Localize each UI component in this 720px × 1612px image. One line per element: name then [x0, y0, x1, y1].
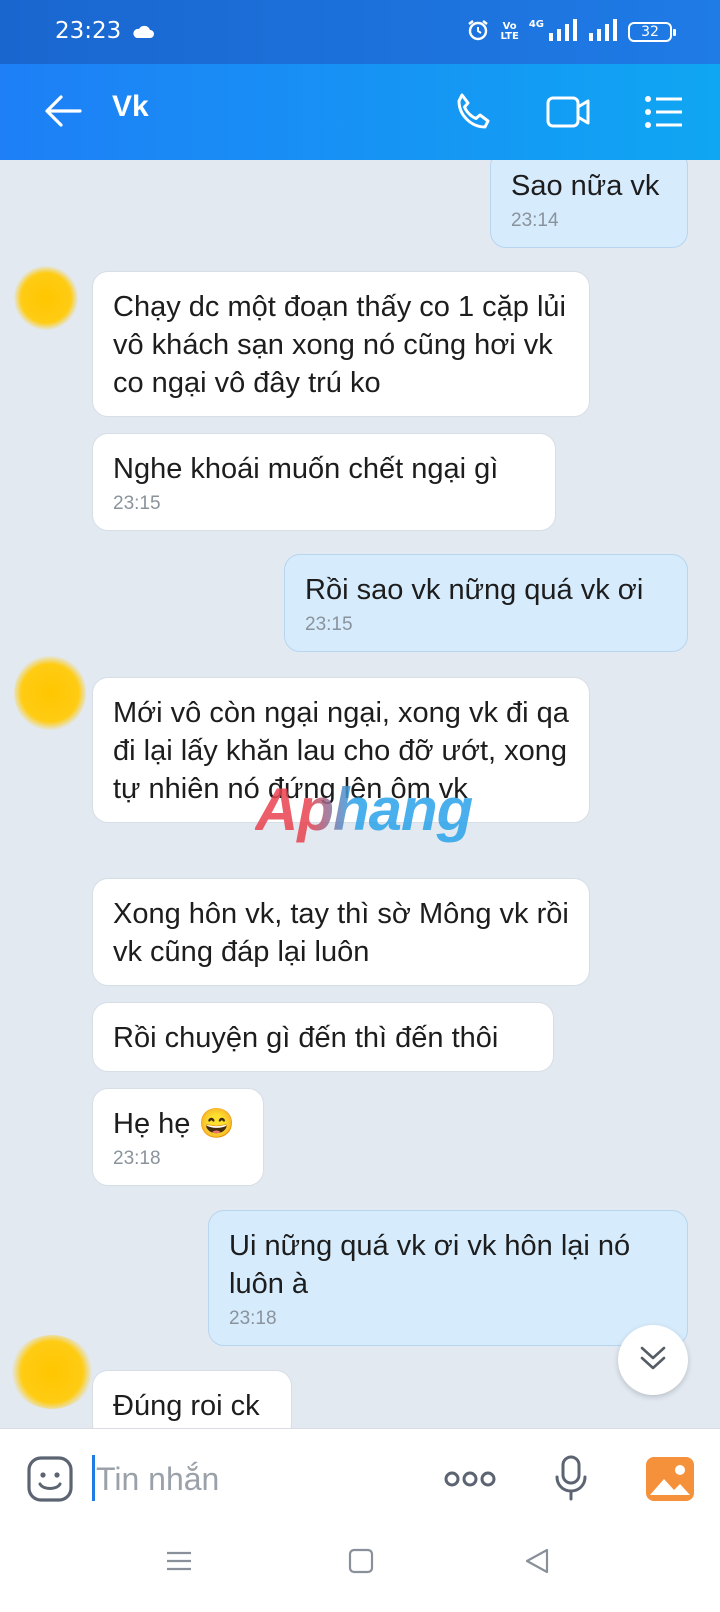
text-caret [92, 1455, 95, 1501]
video-camera-icon[interactable] [546, 92, 590, 136]
message-text: Hẹ hẹ 😄 [113, 1108, 235, 1140]
message-bubble-out[interactable]: Sao nữa vk 23:14 [490, 160, 688, 248]
microphone-icon[interactable] [554, 1455, 588, 1505]
message-bubble-in[interactable]: Rồi chuyện gì đến thì đến thôi [92, 1002, 554, 1072]
back-triangle-icon[interactable] [524, 1548, 550, 1578]
message-input[interactable] [96, 1457, 416, 1501]
status-time: 23:23 [55, 18, 122, 44]
image-gallery-icon[interactable] [646, 1457, 694, 1505]
signal-icon-2 [588, 19, 618, 45]
phone-icon[interactable] [452, 92, 492, 136]
message-text: Rồi chuyện gì đến thì đến thôi [113, 1022, 499, 1054]
message-list[interactable]: Sao nữa vk 23:14 Chạy dc một đoạn thấy c… [0, 160, 720, 1428]
more-dots-icon[interactable] [444, 1471, 496, 1491]
network-type: 4G [528, 18, 544, 30]
message-text: Nghe khoái muốn chết ngại gì [113, 453, 499, 485]
avatar[interactable] [14, 266, 78, 330]
chevron-double-down-icon [638, 1343, 668, 1377]
message-time: 23:15 [305, 614, 353, 635]
message-bubble-in[interactable]: Hẹ hẹ 😄 23:18 [92, 1088, 264, 1186]
message-time: 23:18 [229, 1308, 277, 1329]
chat-header: Vk [0, 64, 720, 160]
message-text: Đúng roi ck [113, 1390, 260, 1422]
system-nav-bar [0, 1528, 720, 1612]
message-text: Chạy dc một đoạn thấy co 1 cặp lủi vô kh… [113, 291, 566, 399]
volte-indicator: Vo LTE [500, 21, 519, 42]
message-bubble-in[interactable]: Chạy dc một đoạn thấy co 1 cặp lủi vô kh… [92, 271, 590, 417]
message-bubble-in[interactable]: Nghe khoái muốn chết ngại gì 23:15 [92, 433, 556, 531]
status-bar: 23:23 Vo LTE 4G 32 [0, 0, 720, 64]
message-bubble-out[interactable]: Ui nững quá vk ơi vk hôn lại nó luôn à 2… [208, 1210, 688, 1346]
sticker-icon[interactable] [26, 1455, 74, 1507]
message-bubble-out[interactable]: Rồi sao vk nững quá vk ơi 23:15 [284, 554, 688, 652]
contact-name[interactable]: Vk [112, 90, 149, 124]
avatar[interactable] [10, 1335, 94, 1409]
message-bubble-in[interactable]: Đúng roi ck [92, 1370, 292, 1428]
message-text: Ui nững quá vk ơi vk hôn lại nó luôn à [229, 1230, 631, 1300]
message-text: Xong hôn vk, tay thì sờ Mông vk rồi vk c… [113, 898, 569, 968]
home-square-icon[interactable] [348, 1548, 374, 1578]
back-arrow-icon[interactable] [44, 94, 82, 132]
recents-menu-icon[interactable] [166, 1548, 192, 1578]
message-time: 23:15 [113, 493, 161, 514]
list-menu-icon[interactable] [644, 92, 684, 136]
scroll-to-bottom-button[interactable] [618, 1325, 688, 1395]
composer-bar [0, 1428, 720, 1528]
battery-indicator: 32 [628, 22, 676, 42]
message-text: Rồi sao vk nững quá vk ơi [305, 574, 644, 606]
message-bubble-in[interactable]: Xong hôn vk, tay thì sờ Mông vk rồi vk c… [92, 878, 590, 986]
avatar[interactable] [14, 655, 86, 731]
message-text: Sao nữa vk [511, 170, 660, 202]
message-time: 23:18 [113, 1148, 161, 1169]
cloud-icon [131, 24, 155, 43]
alarm-icon [466, 18, 490, 46]
watermark: Aphang [255, 776, 473, 843]
signal-icon [548, 19, 578, 45]
message-time: 23:14 [511, 210, 559, 231]
